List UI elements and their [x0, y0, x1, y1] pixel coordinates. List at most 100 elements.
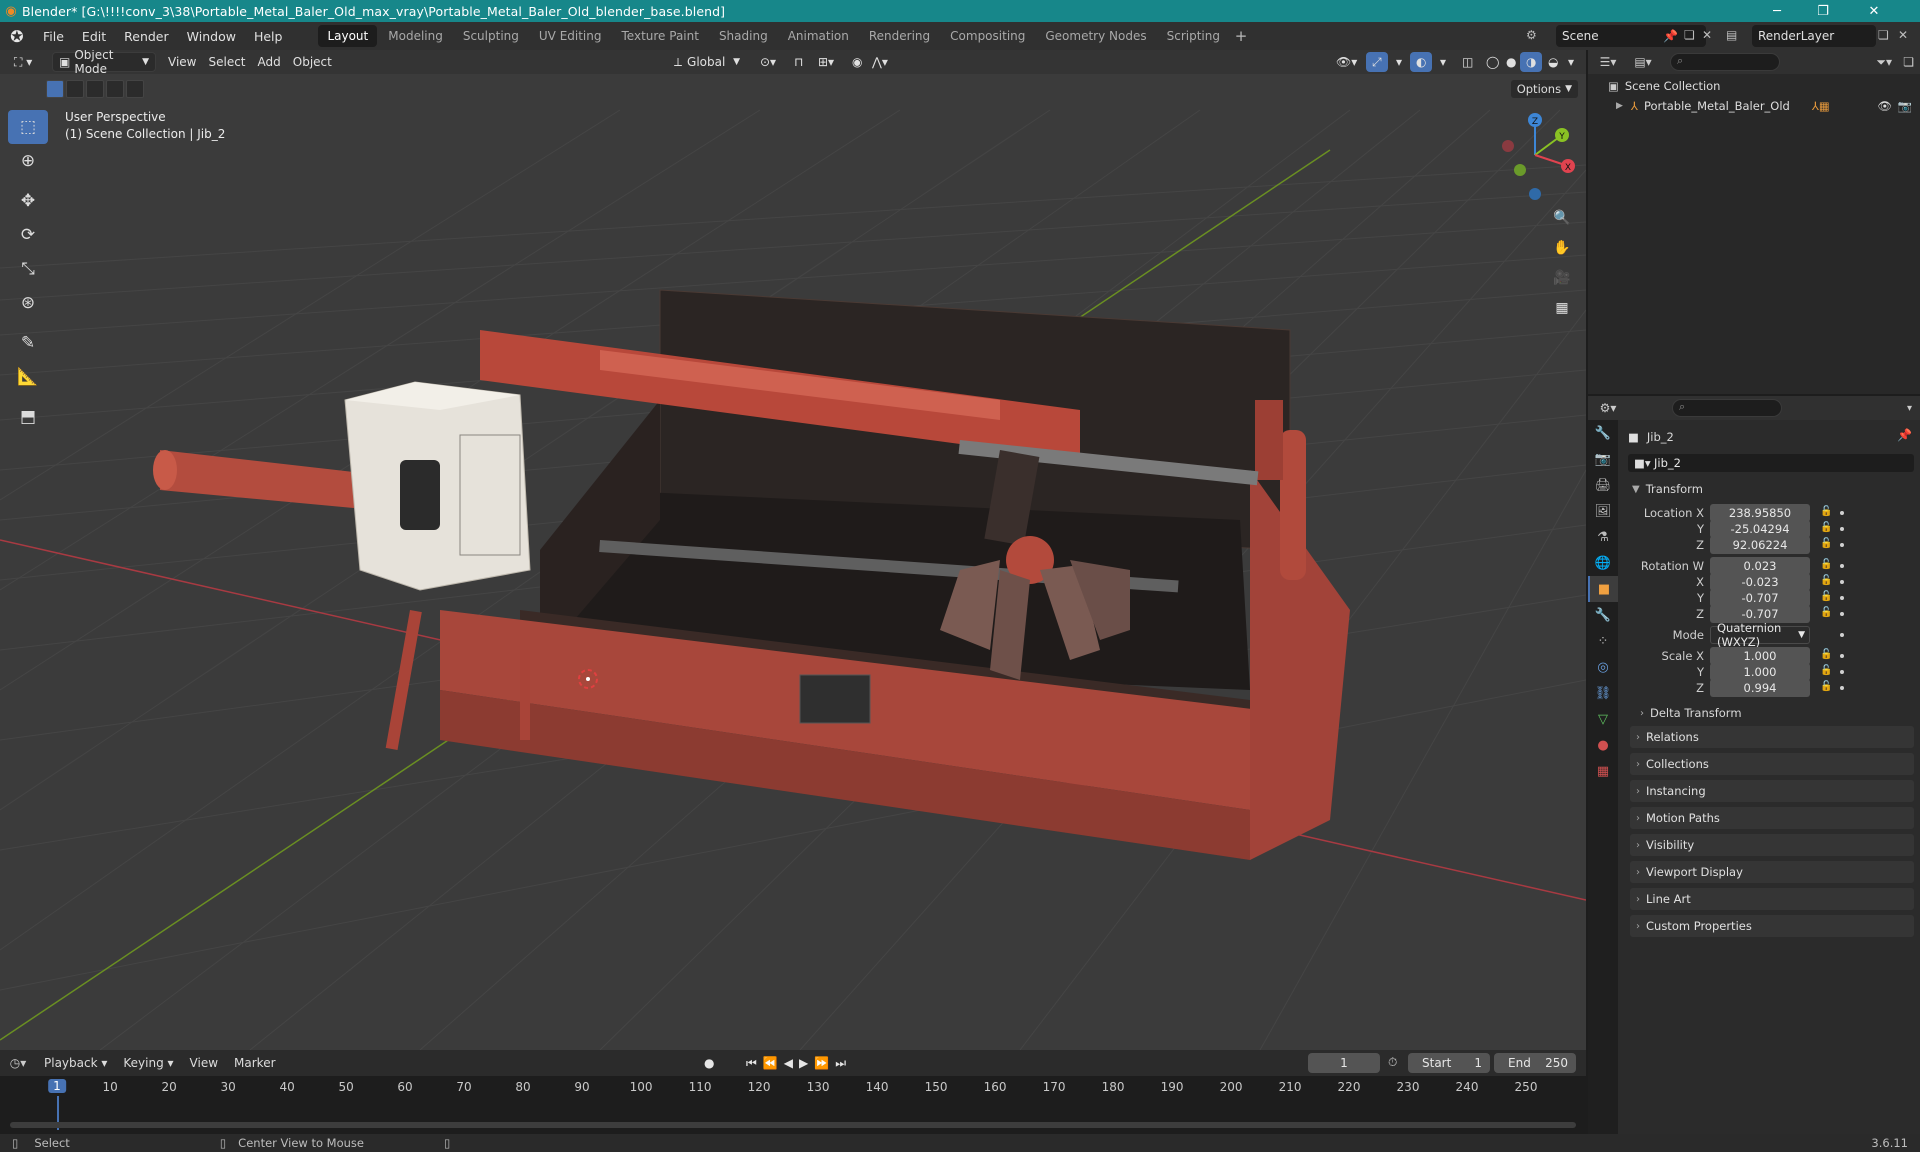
- panel-motion-paths[interactable]: › Motion Paths: [1630, 807, 1914, 829]
- menu-view[interactable]: View: [162, 52, 202, 72]
- gizmo-toggle-icon[interactable]: ⤢: [1366, 52, 1388, 72]
- particles-tab-icon[interactable]: ⁘: [1588, 628, 1618, 654]
- lock-icon[interactable]: 🔓: [1820, 522, 1832, 533]
- camera-view-icon[interactable]: 🎥: [1549, 265, 1575, 291]
- scene-type-icon[interactable]: ⚙: [1526, 28, 1537, 42]
- jump-start-icon[interactable]: ⏮: [746, 1056, 763, 1070]
- select-extend-icon[interactable]: [66, 80, 84, 98]
- keyframe-dot-icon[interactable]: [1840, 580, 1844, 584]
- end-frame-field[interactable]: End 250: [1494, 1053, 1576, 1073]
- snap-target-icon[interactable]: ⊞▾: [812, 52, 840, 72]
- scale-tool-icon[interactable]: ⤡: [8, 252, 48, 286]
- keyframe-dot-icon[interactable]: [1840, 633, 1844, 637]
- view-layer-selector[interactable]: RenderLayer: [1752, 25, 1876, 47]
- select-subtract-icon[interactable]: [86, 80, 104, 98]
- tab-compositing[interactable]: Compositing: [941, 25, 1034, 47]
- lock-icon[interactable]: 🔓: [1820, 559, 1832, 570]
- editor-type-icon[interactable]: ⛶ ▾: [8, 52, 48, 72]
- keyframe-dot-icon[interactable]: [1840, 564, 1844, 568]
- lock-icon[interactable]: 🔓: [1820, 591, 1832, 602]
- new-collection-icon[interactable]: ❏: [1903, 55, 1914, 69]
- location-z-field[interactable]: 92.06224: [1710, 536, 1810, 554]
- world-tab-icon[interactable]: 🌐: [1588, 550, 1618, 576]
- snap-icon[interactable]: ⊓: [788, 52, 809, 72]
- transform-tool-icon[interactable]: ⊛: [8, 286, 48, 320]
- overlays-toggle-icon[interactable]: ◐: [1410, 52, 1433, 72]
- play-reverse-icon[interactable]: ◀: [784, 1056, 799, 1070]
- jump-end-icon[interactable]: ⏭: [835, 1056, 852, 1070]
- outliner-row-object[interactable]: ▶ ⅄ Portable_Metal_Baler_Old ⅄▦ 👁 📷: [1588, 96, 1920, 116]
- tool-tab-icon[interactable]: 🔧: [1588, 420, 1618, 446]
- object-tab-icon[interactable]: ■: [1588, 576, 1618, 602]
- outliner-search-input[interactable]: ⌕: [1670, 53, 1780, 71]
- modifier-tab-icon[interactable]: 🔧: [1588, 602, 1618, 628]
- navigation-gizmo[interactable]: Z Y X: [1490, 110, 1580, 200]
- select-new-icon[interactable]: [46, 80, 64, 98]
- view-layer-tab-icon[interactable]: 🖼: [1588, 498, 1618, 524]
- menu-playback[interactable]: Playback ▾: [36, 1056, 115, 1070]
- rotation-mode-dropdown[interactable]: Quaternion (WXYZ) ▼: [1710, 621, 1810, 649]
- minimize-button[interactable]: ─: [1754, 0, 1800, 22]
- menu-add[interactable]: Add: [252, 52, 287, 72]
- menu-help[interactable]: Help: [245, 22, 292, 50]
- ortho-toggle-icon[interactable]: ▦: [1549, 295, 1575, 321]
- properties-search-input[interactable]: ⌕: [1672, 399, 1782, 417]
- pin-icon[interactable]: 📌: [1897, 428, 1912, 442]
- outliner-editor-type-icon[interactable]: ☰▾: [1588, 55, 1628, 69]
- annotate-tool-icon[interactable]: ✎: [8, 326, 48, 360]
- measure-tool-icon[interactable]: 📐: [8, 360, 48, 394]
- select-invert-icon[interactable]: [106, 80, 124, 98]
- cursor-tool-icon[interactable]: ⊕: [8, 144, 48, 178]
- tab-sculpting[interactable]: Sculpting: [454, 25, 528, 47]
- menu-object[interactable]: Object: [287, 52, 338, 72]
- panel-line-art[interactable]: › Line Art: [1630, 888, 1914, 910]
- add-workspace-icon[interactable]: +: [1230, 27, 1252, 45]
- current-frame-field[interactable]: 1: [1308, 1053, 1380, 1073]
- pan-hand-icon[interactable]: ✋: [1549, 235, 1575, 261]
- tab-modeling[interactable]: Modeling: [379, 25, 452, 47]
- menu-file[interactable]: File: [34, 22, 73, 50]
- visibility-eye-icon[interactable]: 👁: [1877, 99, 1892, 113]
- lock-icon[interactable]: 🔓: [1820, 681, 1832, 692]
- keyframe-dot-icon[interactable]: [1840, 527, 1844, 531]
- expand-arrow-icon[interactable]: ▶: [1616, 101, 1623, 111]
- data-tab-icon[interactable]: ▽: [1588, 706, 1618, 732]
- overlays-dropdown-icon[interactable]: ▾: [1434, 52, 1452, 72]
- new-view-layer-icon[interactable]: ❏: [1878, 28, 1889, 42]
- pin-icon[interactable]: 📌: [1663, 29, 1678, 43]
- 3d-viewport[interactable]: ⛶ ▾ ▣ Object Mode ▼ View Select Add Obje…: [0, 50, 1586, 1050]
- gizmo-dropdown-icon[interactable]: ▾: [1390, 52, 1408, 72]
- view-layer-icon[interactable]: ▤: [1726, 28, 1737, 42]
- add-cube-tool-icon[interactable]: ⬒: [8, 400, 48, 434]
- tab-scripting[interactable]: Scripting: [1158, 25, 1229, 47]
- shading-dropdown-icon[interactable]: ▾: [1562, 52, 1580, 72]
- keyframe-dot-icon[interactable]: [1840, 686, 1844, 690]
- lock-icon[interactable]: 🔓: [1820, 506, 1832, 517]
- panel-viewport-display[interactable]: › Viewport Display: [1630, 861, 1914, 883]
- timeline-scrollbar[interactable]: [10, 1122, 1576, 1128]
- blender-menu-icon[interactable]: ✪: [0, 22, 34, 50]
- panel-relations[interactable]: › Relations: [1630, 726, 1914, 748]
- timeline-editor-type-icon[interactable]: ◷▾: [0, 1056, 36, 1070]
- constraints-tab-icon[interactable]: ⛓: [1588, 680, 1618, 706]
- tab-texture-paint[interactable]: Texture Paint: [613, 25, 708, 47]
- delete-scene-icon[interactable]: ✕: [1702, 28, 1712, 42]
- lock-icon[interactable]: 🔓: [1820, 607, 1832, 618]
- panel-instancing[interactable]: › Instancing: [1630, 780, 1914, 802]
- delete-view-layer-icon[interactable]: ✕: [1898, 28, 1908, 42]
- filter-icon[interactable]: ⏷▾: [1876, 55, 1892, 70]
- keyframe-dot-icon[interactable]: [1840, 511, 1844, 515]
- menu-marker[interactable]: Marker: [226, 1056, 283, 1070]
- mode-dropdown[interactable]: ▣ Object Mode ▼: [52, 50, 156, 76]
- tab-shading[interactable]: Shading: [710, 25, 777, 47]
- stopwatch-icon[interactable]: ⏱: [1388, 1055, 1397, 1070]
- panel-collections[interactable]: › Collections: [1630, 753, 1914, 775]
- keyframe-dot-icon[interactable]: [1840, 543, 1844, 547]
- new-scene-icon[interactable]: ❏: [1684, 28, 1695, 42]
- panel-visibility[interactable]: › Visibility: [1630, 834, 1914, 856]
- select-box-tool-icon[interactable]: ⬚: [8, 110, 48, 144]
- panel-custom-properties[interactable]: › Custom Properties: [1630, 915, 1914, 937]
- keyframe-dot-icon[interactable]: [1840, 612, 1844, 616]
- texture-tab-icon[interactable]: ▦: [1588, 758, 1618, 784]
- lock-icon[interactable]: 🔓: [1820, 649, 1832, 660]
